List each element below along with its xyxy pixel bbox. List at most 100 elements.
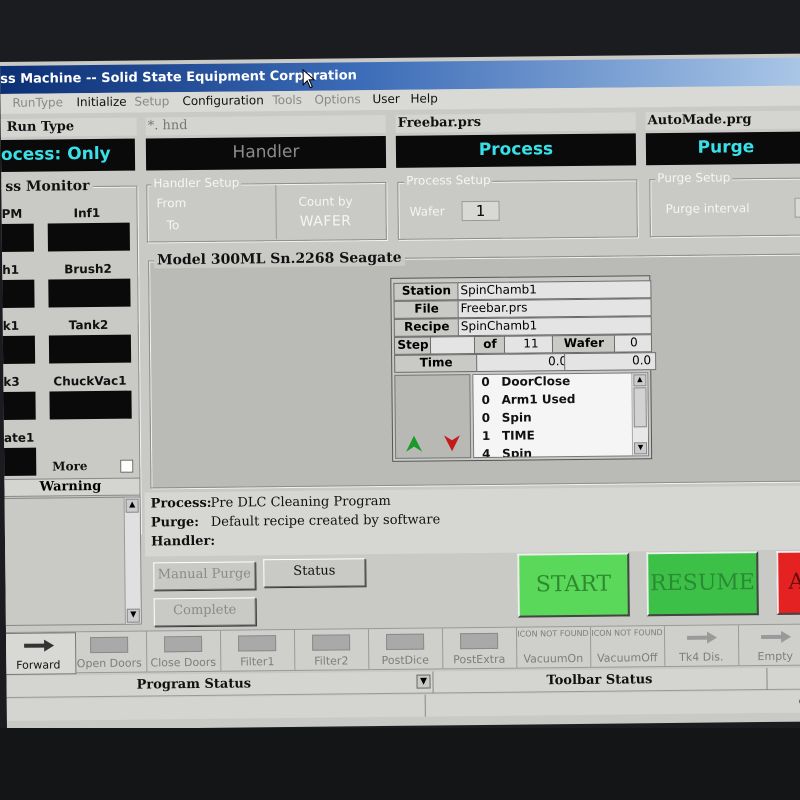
of-value: 11	[503, 335, 557, 354]
to-label: To	[166, 218, 180, 233]
menu-initialize[interactable]: Initialize	[76, 95, 126, 110]
purge-file: AutoMade.prg	[647, 112, 752, 129]
arrow-right-icon	[683, 631, 719, 645]
step-list-item[interactable]: 0 Spin	[474, 407, 630, 427]
toolbar-button-forward[interactable]: Forward	[0, 632, 77, 676]
toolbar: Forward Open Doors Close Doors Filter1 Filte…	[0, 623, 800, 676]
menu-configuration[interactable]: Configuration	[182, 93, 264, 108]
process-display[interactable]: Process	[395, 133, 637, 168]
warning-list[interactable]: ▲ ▼	[0, 496, 142, 627]
step-name: DoorClose	[501, 374, 571, 389]
toolbar-button-filter2[interactable]: Filter2	[293, 629, 370, 670]
toolbar-button-label: Forward	[16, 658, 61, 672]
toolbar-button-label: VacuumOn	[523, 651, 584, 666]
wafer-grid-label: Wafer	[551, 334, 617, 354]
wafer-grid-value: 0	[613, 334, 653, 353]
process-header: Freebar.prs	[395, 112, 636, 133]
info-panel: Process: Pre DLC Cleaning Program Purge:…	[144, 485, 800, 557]
handler-setup-group	[146, 181, 387, 243]
monitor-label-brush2: Brush2	[64, 261, 112, 277]
more-checkbox[interactable]	[120, 459, 134, 473]
menu-runtype[interactable]: RunType	[12, 95, 63, 110]
info-process-label: Process:	[150, 495, 212, 512]
wafer-icon	[460, 632, 499, 650]
icon-not-found-icon: ICON NOT FOUND	[591, 628, 663, 638]
scroll-down-icon[interactable]: ▼	[634, 442, 648, 455]
toolbar-button-vacuumoff[interactable]: ICON NOT FOUND VacuumOff	[589, 626, 666, 667]
arrow-right-icon	[757, 630, 793, 644]
time-label: Time	[394, 354, 479, 373]
menu-help[interactable]: Help	[410, 91, 438, 105]
more-label: More	[52, 459, 88, 474]
purge-display[interactable]: Purge	[645, 131, 800, 166]
recipe-value: SpinChamb1	[457, 316, 652, 337]
purge-setup-title: Purge Setup	[655, 170, 733, 186]
toolbar-status-label: Toolbar Status	[546, 672, 653, 689]
toolbar-button-open-doors[interactable]: Open Doors	[71, 631, 148, 673]
chevron-down-icon[interactable]: ▼	[416, 674, 431, 689]
scroll-thumb[interactable]	[633, 387, 647, 428]
scroll-down-icon[interactable]: ▼	[126, 608, 140, 623]
purge-header: AutoMade.prg	[645, 110, 800, 131]
info-purge-value: Default recipe created by software	[210, 512, 441, 530]
of-label: of	[473, 335, 507, 355]
step-list-item[interactable]: 1 TIME	[474, 425, 630, 445]
mouse-cursor-icon	[302, 68, 316, 89]
resume-button[interactable]: RESUME	[646, 551, 759, 617]
step-list-item[interactable]: 4 Spin	[474, 443, 630, 458]
menu-options[interactable]: Options	[314, 92, 360, 106]
monitor-label-chuckvac1: ChuckVac1	[53, 373, 127, 389]
start-button[interactable]: START	[517, 552, 630, 618]
step-name: Arm1 Used	[501, 391, 576, 407]
step-list[interactable]: 0 DoorClose 0 Arm1 Used 0 Spin 1 TIME 4 Spin ▲ ▼	[472, 372, 650, 459]
toolbar-button-empty[interactable]: Empty	[737, 624, 800, 666]
arrow-up-icon[interactable]	[404, 434, 424, 454]
menu-setup[interactable]: Setup	[134, 94, 169, 108]
run-type-title: Run Type	[6, 119, 75, 135]
wafer-input[interactable]: 1	[461, 200, 500, 222]
monitor-label-inf1: Inf1	[73, 205, 101, 221]
monitor-value-inf1	[47, 222, 130, 252]
warning-scrollbar[interactable]: ▲ ▼	[123, 497, 141, 624]
menu-user[interactable]: User	[372, 92, 400, 106]
toolbar-button-filter1[interactable]: Filter1	[219, 629, 296, 671]
door-icon	[164, 635, 203, 653]
model-title: Model 300ML Sn.2268 Seagate	[154, 249, 405, 269]
run-type-header: Run Type	[0, 117, 137, 137]
manual-purge-button[interactable]: Manual Purge	[153, 561, 256, 591]
count-by-value: WAFER	[299, 213, 352, 230]
step-number: 0	[481, 392, 490, 407]
monitor-bezel	[0, 728, 800, 800]
monitor-label-tank2: Tank2	[68, 317, 109, 333]
toolbar-button-vacuumon[interactable]: ICON NOT FOUND VacuumOn	[515, 626, 592, 668]
step-nav-panel	[394, 374, 472, 459]
handler-display[interactable]: Handler	[145, 135, 387, 171]
monitor-value-tank3	[0, 391, 36, 421]
toolbar-button-tk4-dis-[interactable]: Tk4 Dis.	[663, 625, 740, 667]
scroll-up-icon[interactable]: ▲	[633, 374, 647, 387]
run-type-display: ocess: Only	[0, 138, 136, 172]
program-status-label: Program Status	[136, 676, 252, 693]
toolbar-button-close-doors[interactable]: Close Doors	[145, 630, 222, 672]
purge-interval-input[interactable]	[794, 197, 800, 218]
status-button[interactable]: Status	[263, 558, 366, 588]
wafer-icon	[386, 633, 425, 650]
monitor-value-tank2	[48, 334, 132, 364]
toolbar-button-label: Empty	[757, 649, 794, 664]
handler-setup-title: Handler Setup	[151, 175, 242, 191]
filter-icon	[238, 635, 277, 652]
toolbar-button-label: Filter2	[314, 654, 349, 668]
toolbar-button-postdice[interactable]: PostDice	[367, 628, 444, 670]
step-name: TIME	[501, 428, 535, 443]
step-list-scrollbar[interactable]: ▲ ▼	[631, 373, 649, 456]
step-list-item[interactable]: 0 DoorClose	[473, 372, 629, 391]
scroll-up-icon[interactable]: ▲	[125, 498, 139, 513]
step-list-item[interactable]: 0 Arm1 Used	[473, 389, 629, 409]
complete-button[interactable]: Complete	[153, 597, 256, 627]
menu-tools[interactable]: Tools	[272, 93, 302, 107]
handler-file: *. hnd	[147, 118, 188, 134]
toolbar-button-postextra[interactable]: PostExtra	[441, 627, 518, 669]
handler-header: *. hnd	[145, 114, 386, 136]
abort-button[interactable]: A	[776, 550, 800, 615]
arrow-down-icon[interactable]	[442, 433, 462, 453]
